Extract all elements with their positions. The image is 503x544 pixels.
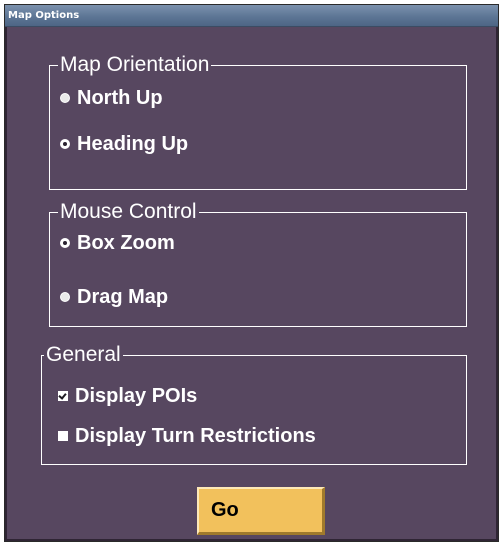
map-orientation-legend: Map Orientation — [58, 52, 212, 78]
north-up-radio-icon[interactable] — [60, 93, 70, 103]
map-options-window: Map Options Map Orientation North Up Hea… — [4, 4, 499, 542]
display-turn-restrictions-checkbox-icon[interactable] — [58, 431, 68, 441]
map-orientation-group: Map Orientation North Up Heading Up — [49, 52, 467, 190]
drag-map-radio-option[interactable]: Drag Map — [60, 282, 168, 312]
heading-up-radio-option[interactable]: Heading Up — [60, 129, 188, 159]
mouse-control-group: Mouse Control Box Zoom Drag Map — [49, 199, 467, 327]
heading-up-label: Heading Up — [77, 132, 189, 155]
drag-map-label: Drag Map — [77, 285, 169, 308]
drag-map-radio-icon[interactable] — [60, 292, 70, 302]
display-pois-checkbox-icon[interactable] — [58, 391, 68, 401]
display-pois-checkbox-option[interactable]: Display POIs — [58, 381, 197, 411]
window-title: Map Options — [5, 5, 498, 27]
general-group: General Display POIs Display Turn Restri… — [41, 342, 467, 465]
heading-up-radio-icon[interactable] — [60, 139, 70, 149]
north-up-radio-option[interactable]: North Up — [60, 83, 163, 113]
box-zoom-label: Box Zoom — [77, 231, 175, 254]
display-turn-restrictions-label: Display Turn Restrictions — [75, 424, 316, 447]
north-up-label: North Up — [77, 86, 163, 109]
display-pois-label: Display POIs — [75, 384, 198, 407]
box-zoom-radio-option[interactable]: Box Zoom — [60, 228, 175, 258]
go-button[interactable]: Go — [197, 487, 325, 535]
dialog-body: Map Orientation North Up Heading Up Mous… — [5, 27, 498, 541]
general-legend: General — [44, 342, 123, 368]
box-zoom-radio-icon[interactable] — [60, 238, 70, 248]
mouse-control-legend: Mouse Control — [58, 199, 199, 225]
display-turn-restrictions-checkbox-option[interactable]: Display Turn Restrictions — [58, 421, 316, 451]
